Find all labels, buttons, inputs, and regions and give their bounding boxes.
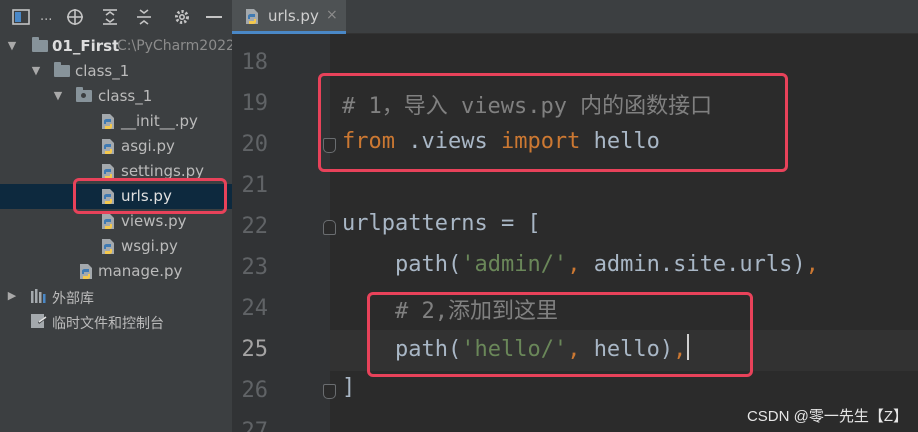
highlight-box-import — [318, 73, 788, 172]
scratches-icon — [31, 314, 47, 328]
package-folder-icon — [76, 87, 92, 102]
line-number: 23 — [241, 255, 269, 280]
line-number: 19 — [241, 91, 269, 116]
expand-arrow-icon[interactable]: ▼ — [30, 64, 42, 78]
line-number: 26 — [241, 378, 269, 403]
line-number: 20 — [241, 132, 269, 157]
tree-item-external-libraries[interactable]: ▶ 外部库 — [0, 284, 232, 309]
tab-urls-py[interactable]: urls.py × — [232, 0, 346, 34]
code-token: admin.site.urls) — [593, 252, 806, 277]
project-toolbar: ... — [0, 0, 232, 34]
tree-item-label: class_1 — [98, 87, 153, 105]
expand-all-icon[interactable] — [101, 8, 119, 26]
folder-icon — [54, 62, 70, 77]
highlight-box-urls — [73, 178, 227, 214]
line-number: 27 — [241, 419, 269, 432]
settings-icon[interactable] — [173, 8, 191, 26]
line-number-gutter: 18 19 20 21 22 23 24 25 26 27 — [232, 34, 336, 432]
tree-item-class-1-package[interactable]: ▼ class_1 — [0, 84, 232, 109]
expand-arrow-icon[interactable]: ▼ — [6, 39, 18, 53]
code-token: , — [567, 252, 594, 277]
tree-item-class-1[interactable]: ▼ class_1 — [0, 59, 232, 84]
code-line: urlpatterns = [ — [342, 211, 541, 236]
folder-icon — [32, 37, 48, 52]
locate-icon[interactable] — [66, 8, 84, 26]
code-line: ] — [342, 375, 355, 400]
tree-item-01-first[interactable]: ▼ 01_First C:\PyCharm2022 — [0, 34, 232, 59]
python-file-icon — [102, 214, 114, 229]
tree-item-label: views.py — [121, 212, 187, 230]
collapse-all-icon[interactable] — [135, 8, 153, 26]
project-panel: ... ▼ 01_First C:\PyCharm2022 ▼ class_1 … — [0, 0, 232, 432]
editor-tab-bar: urls.py × — [232, 0, 918, 34]
line-number-current: 25 — [241, 337, 269, 362]
tree-item-manage-py[interactable]: manage.py — [0, 259, 232, 284]
line-number: 18 — [241, 50, 269, 75]
highlight-box-urlpattern — [367, 292, 753, 377]
tab-label: urls.py — [268, 7, 319, 25]
hide-icon[interactable] — [205, 8, 223, 26]
code-token: , — [805, 252, 819, 277]
line-number: 21 — [241, 173, 269, 198]
code-token: ] — [342, 375, 356, 400]
tree-item-asgi-py[interactable]: asgi.py — [0, 134, 232, 159]
python-file-icon — [246, 9, 258, 24]
tree-item-label: class_1 — [75, 62, 130, 80]
expand-arrow-icon[interactable]: ▼ — [52, 89, 64, 103]
watermark: CSDN @零一先生【Z】 — [746, 408, 908, 425]
editor: urls.py × 18 19 20 21 22 23 24 25 26 27 … — [232, 0, 918, 432]
python-file-icon — [102, 114, 114, 129]
code-token: 'admin/' — [461, 252, 568, 277]
code-token: urlpatterns = [ — [342, 211, 541, 236]
close-icon[interactable]: × — [326, 7, 338, 23]
library-icon — [31, 289, 46, 303]
python-file-icon — [102, 239, 114, 254]
tree-item-label: asgi.py — [121, 137, 175, 155]
python-file-icon — [80, 264, 92, 279]
tree-item-label: 外部库 — [52, 291, 94, 307]
tree-item-label: 01_First — [52, 37, 120, 55]
project-path: C:\PyCharm2022 — [117, 38, 232, 54]
tree-item-wsgi-py[interactable]: wsgi.py — [0, 234, 232, 259]
line-number: 24 — [241, 296, 269, 321]
project-view-title[interactable]: ... — [40, 9, 52, 24]
tree-item-label: manage.py — [98, 262, 183, 280]
tree-item-scratches[interactable]: 临时文件和控制台 — [0, 309, 232, 334]
tree-item-label: wsgi.py — [121, 237, 178, 255]
collapse-arrow-icon[interactable]: ▶ — [6, 289, 18, 303]
tree-item-label: __init__.py — [121, 112, 198, 130]
tree-item-init-py[interactable]: __init__.py — [0, 109, 232, 134]
code-token: path( — [342, 252, 462, 277]
tree-item-label: 临时文件和控制台 — [52, 316, 164, 332]
line-number: 22 — [241, 214, 269, 239]
project-view-icon[interactable] — [12, 8, 30, 26]
code-line: path('admin/', admin.site.urls), — [342, 252, 819, 277]
python-file-icon — [102, 139, 114, 154]
